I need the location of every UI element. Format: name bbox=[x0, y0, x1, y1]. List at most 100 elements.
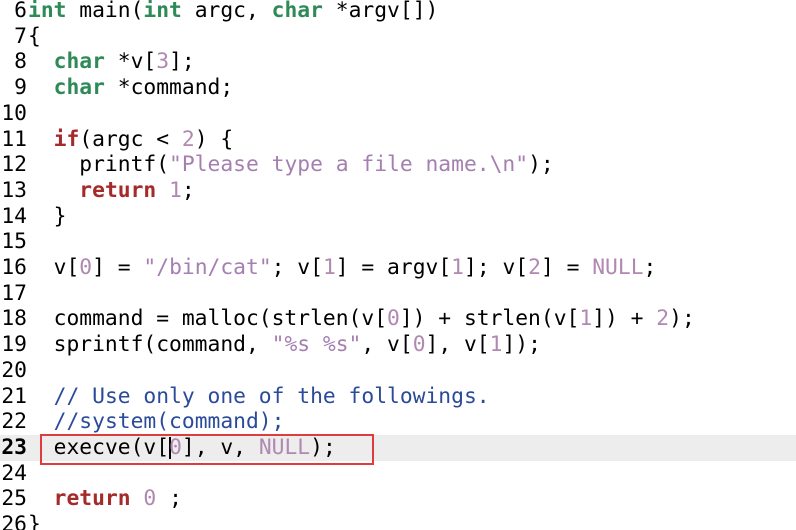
line-number: 20 bbox=[1, 357, 27, 383]
code-token: int bbox=[143, 0, 182, 23]
code-token: 1 bbox=[322, 255, 336, 280]
code-line[interactable]: 20 bbox=[0, 358, 796, 384]
code-line[interactable]: 6 int main(int argc, char *argv[]) bbox=[0, 0, 796, 24]
code-token: NULL bbox=[592, 255, 644, 280]
code-token: char bbox=[53, 49, 105, 75]
line-number: 16 bbox=[1, 255, 27, 280]
code-token: command = malloc(strlen(v[ bbox=[28, 306, 388, 332]
code-token: int bbox=[28, 0, 67, 23]
code-token: ]; v[ bbox=[464, 255, 529, 280]
code-line[interactable]: 8 char *v[3]; bbox=[0, 49, 796, 75]
code-line[interactable]: 19 sprintf(command, "%s %s", v[0], v[1])… bbox=[0, 332, 796, 358]
code-token: *argv[]) bbox=[322, 0, 439, 23]
line-number: 21 bbox=[1, 383, 27, 409]
code-token: ; v[ bbox=[271, 255, 323, 280]
code-token: , v[ bbox=[361, 332, 413, 358]
code-text[interactable]: printf("Please type a file name.\n"); bbox=[28, 152, 554, 178]
line-number: 18 bbox=[1, 306, 27, 332]
code-text[interactable]: } bbox=[28, 512, 41, 530]
code-token: argc, bbox=[181, 0, 272, 23]
code-line[interactable]: 7{ bbox=[0, 24, 796, 50]
line-number: 12 bbox=[1, 152, 27, 178]
code-line[interactable]: 14 } bbox=[0, 204, 796, 230]
code-line[interactable]: 15 bbox=[0, 229, 796, 255]
code-text[interactable]: // Use only one of the followings. bbox=[28, 384, 490, 410]
code-token: v[ bbox=[28, 255, 80, 280]
line-number: 15 bbox=[1, 229, 27, 255]
code-editor[interactable]: 6 int main(int argc, char *argv[]) 7{8 cha… bbox=[0, 0, 796, 530]
line-number: 24 bbox=[1, 460, 27, 486]
code-token: ; bbox=[181, 177, 195, 203]
code-token: "Please type a file name.\n" bbox=[169, 152, 529, 178]
code-text[interactable]: int main(int argc, char *argv[]) bbox=[28, 0, 438, 24]
code-token: // Use only one of the followings. bbox=[53, 383, 490, 409]
code-token: *command; bbox=[104, 75, 234, 101]
line-number: 10 bbox=[1, 100, 27, 126]
code-text[interactable]: { bbox=[28, 24, 41, 50]
code-token: *v[ bbox=[104, 49, 157, 75]
code-token: ]; bbox=[169, 49, 195, 75]
code-line[interactable]: 11 if(argc < 2) { bbox=[0, 127, 796, 153]
code-token: ) { bbox=[194, 126, 234, 152]
line-number: 14 bbox=[1, 203, 27, 229]
code-token: ; bbox=[643, 255, 657, 280]
code-line[interactable]: 16 v[0] = "/bin/cat"; v[1] = argv[1]; v[… bbox=[0, 255, 796, 281]
code-token: ); bbox=[528, 152, 554, 178]
line-number: 26 bbox=[1, 512, 27, 530]
code-line[interactable]: 10 bbox=[0, 101, 796, 127]
line-number: 13 bbox=[1, 177, 27, 203]
code-line[interactable]: 26} bbox=[0, 512, 796, 530]
code-token: ]); bbox=[502, 332, 541, 358]
code-token: ] = argv[ bbox=[335, 255, 452, 280]
line-number: 22 bbox=[1, 409, 27, 435]
code-token: 1 bbox=[489, 332, 503, 358]
line-number: 17 bbox=[1, 280, 27, 306]
code-text[interactable]: char *v[3]; bbox=[28, 49, 195, 75]
code-text[interactable]: v[0] = "/bin/cat"; v[1] = argv[1]; v[2] … bbox=[28, 255, 657, 281]
code-line[interactable]: 9 char *command; bbox=[0, 75, 796, 101]
code-line[interactable]: 18 command = malloc(strlen(v[0]) + strle… bbox=[0, 306, 796, 332]
code-text[interactable]: command = malloc(strlen(v[0]) + strlen(v… bbox=[28, 306, 695, 332]
code-text[interactable]: if(argc < 2) { bbox=[28, 126, 234, 153]
code-token: { bbox=[28, 23, 41, 49]
code-token: ] = bbox=[540, 255, 593, 280]
line-number: 7 bbox=[14, 23, 27, 49]
code-token: 2 bbox=[181, 126, 195, 152]
line-number: 11 bbox=[1, 126, 27, 152]
code-token: 1 bbox=[451, 255, 464, 280]
code-token: 2 bbox=[528, 255, 541, 280]
code-text[interactable]: char *command; bbox=[28, 75, 234, 101]
code-token: } bbox=[28, 512, 41, 530]
code-token: 1 bbox=[579, 306, 593, 332]
code-text[interactable]: //system(command); bbox=[28, 409, 285, 435]
code-line[interactable]: 25 return 0 ; bbox=[0, 486, 796, 512]
code-text[interactable]: return 1; bbox=[28, 177, 195, 204]
line-number: 25 bbox=[1, 486, 27, 512]
code-line[interactable]: 21 // Use only one of the followings. bbox=[0, 384, 796, 410]
code-token: ]) + strlen(v[ bbox=[399, 306, 580, 332]
code-line[interactable]: 17 bbox=[0, 281, 796, 307]
code-token: 3 bbox=[156, 49, 170, 75]
code-token: 0 bbox=[412, 332, 426, 358]
code-line[interactable]: 12 printf("Please type a file name.\n"); bbox=[0, 152, 796, 178]
code-text[interactable]: return 0 ; bbox=[28, 486, 182, 512]
code-line[interactable]: 22 //system(command); bbox=[0, 409, 796, 435]
code-token: 1 bbox=[169, 177, 182, 203]
code-text[interactable]: } bbox=[28, 204, 67, 230]
code-token: main( bbox=[66, 0, 144, 23]
code-token: sprintf(command, bbox=[28, 332, 272, 358]
code-token: if bbox=[53, 126, 80, 152]
code-text[interactable]: sprintf(command, "%s %s", v[0], v[1]); bbox=[28, 332, 541, 358]
code-line[interactable]: 13 return 1; bbox=[0, 178, 796, 204]
code-token: //system(command); bbox=[53, 409, 285, 435]
code-token: (argc < bbox=[79, 126, 182, 152]
code-token: "%s %s" bbox=[271, 332, 362, 358]
code-token: ]) + bbox=[592, 306, 657, 332]
